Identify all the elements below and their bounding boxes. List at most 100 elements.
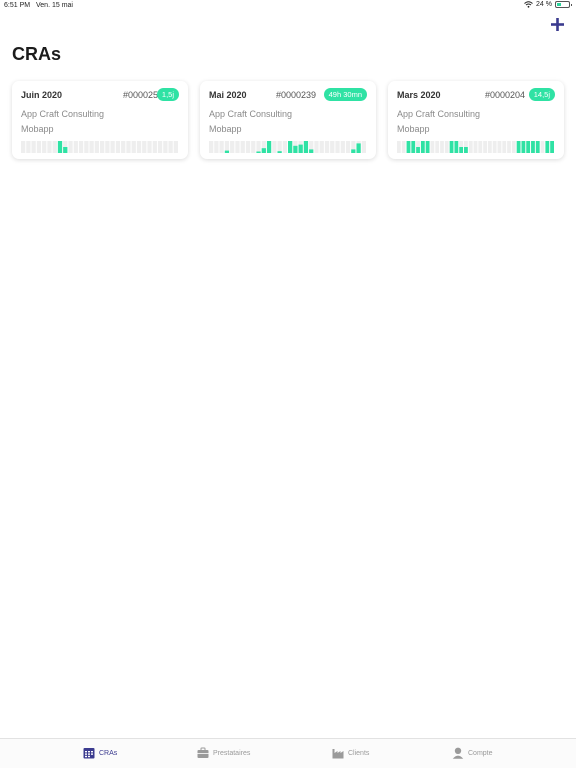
day-bar-bg [142,141,147,153]
day-bar-bg [492,141,497,153]
tab-clients[interactable]: Clients [332,747,369,759]
cra-client: App Craft Consulting [21,109,105,119]
day-bar-bg [324,141,330,153]
tab-cras[interactable]: CRAs [83,747,117,759]
day-bar-bg [497,141,502,153]
user-icon [452,747,464,759]
battery-icon [555,1,572,8]
status-time: 6:51 PM [4,2,31,9]
day-bar-bg [440,141,444,153]
tab-prestataires[interactable]: Prestataires [197,747,250,759]
day-bar [303,141,309,153]
status-date: Ven. 15 mai [36,2,73,9]
cra-badge: 14,5j [528,88,555,101]
day-bar-bg [478,141,483,153]
day-bar-bg [444,141,449,153]
day-bar-bg [94,141,99,153]
day-bar-bg [235,141,240,153]
day-bars [21,141,178,153]
calendar-icon [83,748,95,759]
day-bar-bg [100,141,105,153]
cra-month: Mars 2020 [397,90,441,100]
day-bar-bg [214,141,219,153]
day-bar-bg [21,141,26,153]
day-bar-bg [42,141,47,153]
day-bar-bg [136,141,142,153]
day-bar-bg [157,141,163,153]
day-bar-bg [483,141,487,153]
day-bar-bg [401,141,406,153]
day-bar [224,150,230,153]
day-bar-bg [121,141,126,153]
day-bar-bg [511,141,516,153]
day-bar-bg [47,141,52,153]
tab-bar: CRAs Prestataires Clients Compte [0,738,576,768]
day-bar [535,141,540,153]
day-bar-bg [256,141,261,153]
cra-card[interactable]: Mai 2020 #0000239 49h 30mn App Craft Con… [200,81,376,159]
cra-month: Mai 2020 [209,90,247,100]
tab-label: CRAs [99,749,118,757]
day-bar-bg [105,141,110,153]
day-bar-bg [314,141,319,153]
day-bar [288,141,293,153]
day-bar-bg [340,141,345,153]
cra-project: Mobapp [397,124,430,134]
day-bar [309,149,314,153]
cra-client: App Craft Consulting [209,109,293,119]
cra-month: Juin 2020 [21,90,63,100]
day-bar [298,144,303,153]
day-bar [516,141,521,153]
day-bar-bg [68,141,73,153]
cra-badge: 1,5j [156,88,179,101]
day-bar-bg [219,141,224,153]
day-bar-bg [473,141,478,153]
briefcase-icon [197,747,209,758]
day-bar-bg [36,141,42,153]
cra-ref: #0000239 [275,90,316,100]
day-bar-bg [31,141,36,153]
day-bar-bg [152,141,157,153]
day-bar-bg [468,141,473,153]
day-bar-bg [397,141,401,153]
cra-project: Mobapp [209,124,242,134]
day-bar-bg [78,141,84,153]
add-cra-button[interactable] [548,16,566,34]
day-bar [411,141,416,153]
tab-label: Compte [468,749,493,757]
tab-compte[interactable]: Compte [452,747,493,759]
day-bar-bg [168,141,173,153]
day-bar [550,141,554,153]
day-bar-bg [230,141,235,153]
cra-list: Juin 2020 #0000253 1,5j App Craft Consul… [12,81,564,159]
day-bar-bg [335,141,340,153]
day-bar [63,147,68,153]
day-bar-bg [487,141,492,153]
cra-card[interactable]: Juin 2020 #0000253 1,5j App Craft Consul… [12,81,188,159]
day-bar [356,143,361,153]
day-bar [293,145,298,153]
cra-card[interactable]: Mars 2020 #0000204 14,5j App Craft Consu… [388,81,564,159]
day-bar [425,141,430,153]
day-bar-bg [26,141,31,153]
day-bar-bg [89,141,94,153]
day-bar [266,141,272,153]
cra-ref: #0000204 [484,90,525,100]
day-bar [459,147,464,153]
day-bar [531,141,535,153]
plus-icon [550,18,564,31]
day-bar [454,141,459,153]
day-bar-bg [272,141,277,153]
status-right: 24 % [524,1,572,8]
day-bar-bg [430,141,435,153]
page-title: CRAs [12,44,62,64]
day-bar-bg [282,141,287,153]
day-bar [526,141,531,153]
day-bar [416,147,420,153]
factory-icon [332,749,344,759]
day-bar [420,141,425,153]
day-bar-bg [131,141,136,153]
day-bar-bg [319,141,324,153]
day-bars [397,141,554,153]
day-bar-bg [84,141,89,153]
